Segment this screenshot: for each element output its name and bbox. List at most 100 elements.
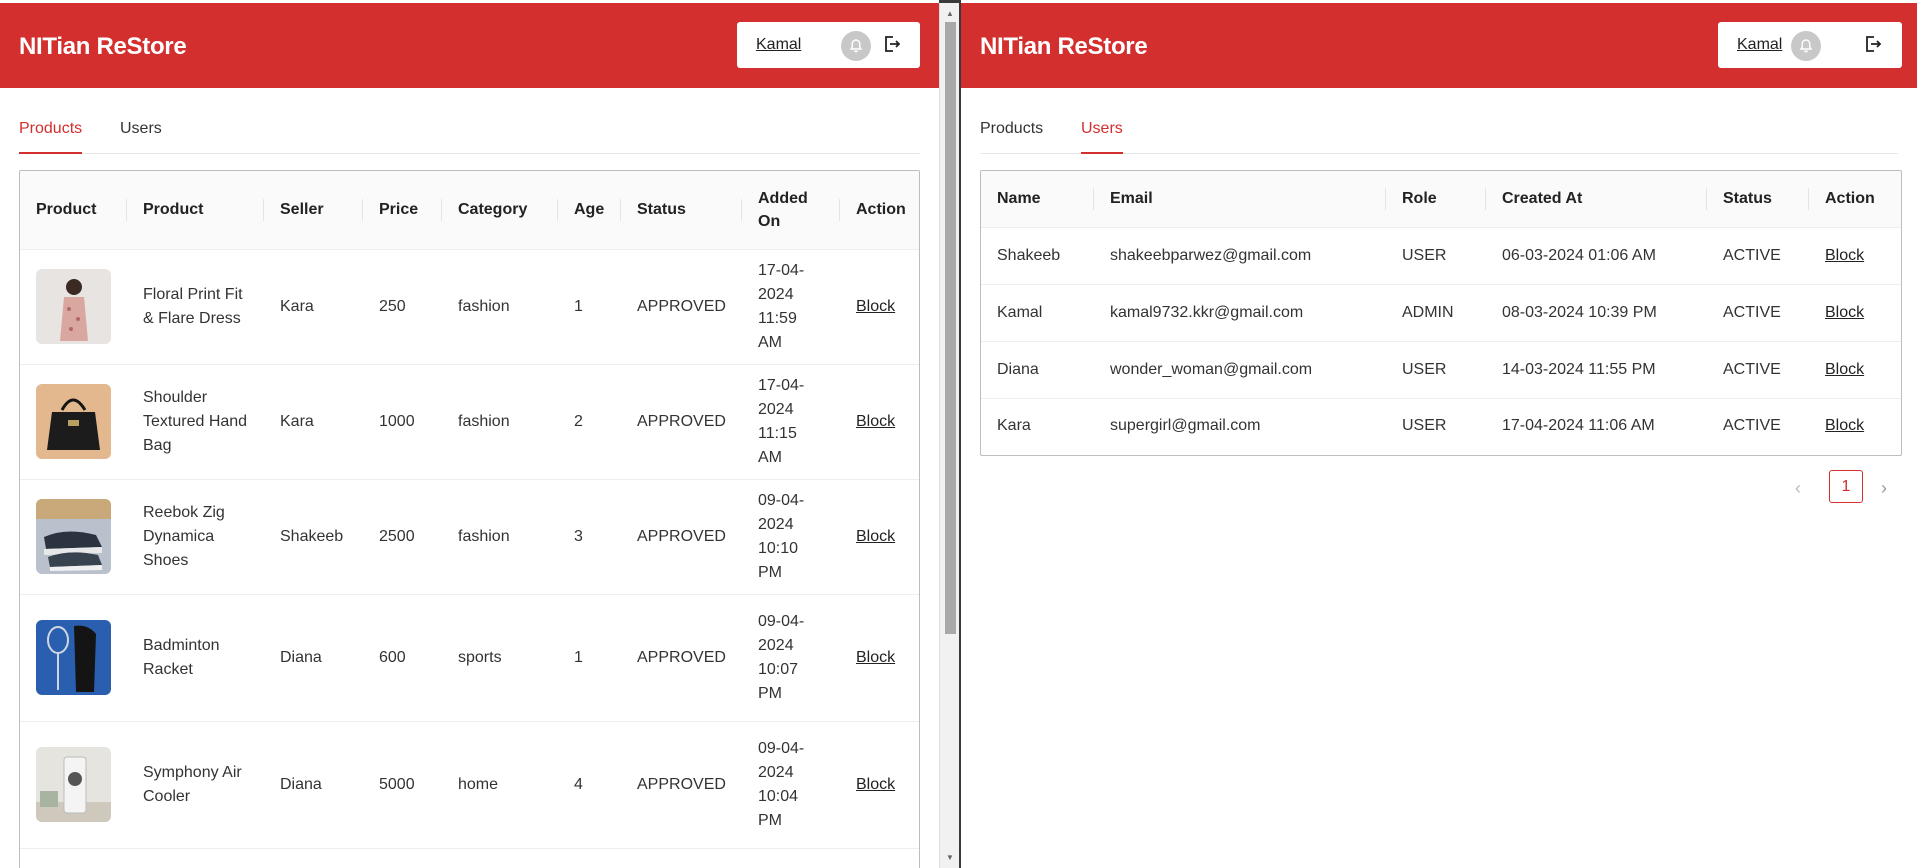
- col-header-email: Email: [1094, 171, 1386, 228]
- block-button[interactable]: Block: [856, 649, 895, 666]
- table-row: Shakeeb shakeebparwez@gmail.com USER 06-…: [981, 227, 1901, 285]
- user-menu: Kamal: [1718, 22, 1902, 68]
- price: 2500: [363, 479, 442, 595]
- col-header-name: Name: [981, 171, 1094, 228]
- col-header-action: Action: [840, 171, 919, 250]
- block-button[interactable]: Block: [856, 528, 895, 545]
- user-menu: Kamal: [737, 22, 920, 68]
- status: APPROVED: [621, 594, 742, 722]
- table-row: Reebok Zig Dynamica Shoes Shakeeb 2500 f…: [20, 479, 919, 595]
- chevron-left-icon[interactable]: ‹: [1795, 478, 1801, 499]
- username-link[interactable]: Kamal: [1737, 36, 1782, 54]
- price: 1000: [363, 364, 442, 480]
- tab-users[interactable]: Users: [1081, 120, 1123, 154]
- product-name: Symphony Air Cooler: [127, 721, 264, 849]
- block-button[interactable]: Block: [856, 298, 895, 315]
- col-header-added-on: Added On: [742, 171, 840, 250]
- scrollbar-thumb[interactable]: [945, 22, 956, 634]
- user-email: shakeebparwez@gmail.com: [1094, 227, 1386, 285]
- user-role: ADMIN: [1386, 284, 1486, 342]
- category: home: [442, 721, 558, 849]
- price: 600: [363, 594, 442, 722]
- scroll-down-arrow-icon[interactable]: ▼: [946, 853, 954, 862]
- tab-bar: Products Users: [980, 114, 1898, 154]
- user-email: wonder_woman@gmail.com: [1094, 341, 1386, 399]
- scroll-up-arrow-icon[interactable]: ▲: [946, 9, 954, 18]
- age: 4: [558, 721, 621, 849]
- block-button[interactable]: Block: [856, 776, 895, 793]
- status: APPROVED: [621, 249, 742, 365]
- bell-icon[interactable]: [841, 31, 871, 61]
- logout-icon[interactable]: [882, 34, 904, 56]
- user-role: USER: [1386, 341, 1486, 399]
- product-name: Floral Print Fit & Flare Dress: [127, 249, 264, 365]
- tab-products[interactable]: Products: [980, 120, 1043, 152]
- user-role: USER: [1386, 227, 1486, 285]
- user-name: Kara: [997, 417, 1031, 435]
- price: 5000: [363, 721, 442, 849]
- app-header: NITian ReStore Kamal: [961, 3, 1917, 88]
- user-status: ACTIVE: [1707, 284, 1809, 342]
- block-button[interactable]: Block: [1825, 304, 1864, 321]
- racket-photo: [36, 620, 111, 695]
- tab-bar: Products Users: [19, 114, 920, 154]
- age: 1: [558, 249, 621, 365]
- bell-icon[interactable]: [1791, 31, 1821, 61]
- age: 3: [558, 479, 621, 595]
- product-name: Reebok Zig Dynamica Shoes: [127, 479, 264, 595]
- col-header-product-name: Product: [127, 171, 264, 250]
- col-header-status: Status: [621, 171, 742, 250]
- table-row: Floral Print Fit & Flare Dress Kara 250 …: [20, 249, 919, 365]
- added-on: 09-04-2024 10:10 PM: [742, 479, 840, 595]
- user-created-at: 06-03-2024 01:06 AM: [1486, 227, 1707, 285]
- user-status: ACTIVE: [1723, 417, 1781, 435]
- status: APPROVED: [621, 479, 742, 595]
- table-header-row: Product Product Seller Price Category Ag…: [20, 171, 919, 250]
- vertical-scrollbar[interactable]: ▲ ▼: [939, 3, 961, 868]
- category: fashion: [442, 479, 558, 595]
- products-table: Product Product Seller Price Category Ag…: [19, 170, 920, 868]
- seller: Diana: [264, 721, 363, 849]
- seller: Kara: [264, 249, 363, 365]
- col-header-product-image: Product: [20, 171, 127, 250]
- seller: Shakeeb: [264, 479, 363, 595]
- block-button[interactable]: Block: [1825, 247, 1864, 264]
- added-on: 17-04-2024 11:59 AM: [742, 249, 840, 365]
- products-pane: NITian ReStore Kamal Products Users Prod…: [0, 0, 939, 868]
- user-name: Shakeeb: [981, 227, 1094, 285]
- chevron-right-icon[interactable]: ›: [1881, 478, 1887, 499]
- added-on: 17-04-2024 11:15 AM: [742, 364, 840, 480]
- brand-title: NITian ReStore: [19, 33, 187, 60]
- col-header-created-at: Created At: [1486, 171, 1707, 228]
- user-email: supergirl@gmail.com: [1110, 417, 1261, 435]
- app-header: NITian ReStore Kamal: [0, 3, 939, 88]
- product-name: Badminton Racket: [127, 594, 264, 722]
- cooler-photo: [36, 747, 111, 822]
- tab-products[interactable]: Products: [19, 120, 83, 154]
- table-row: Kamal kamal9732.kkr@gmail.com ADMIN 08-0…: [981, 284, 1901, 342]
- tab-users[interactable]: Users: [120, 120, 162, 152]
- user-created-at: 08-03-2024 10:39 PM: [1486, 284, 1707, 342]
- user-created-at: 17-04-2024 11:06 AM: [1502, 417, 1655, 435]
- block-button[interactable]: Block: [1825, 417, 1864, 434]
- brand-title: NITian ReStore: [980, 33, 1148, 60]
- status: APPROVED: [621, 721, 742, 849]
- block-button[interactable]: Block: [1825, 361, 1864, 378]
- user-name: Diana: [981, 341, 1094, 399]
- seller: Diana: [264, 594, 363, 722]
- logout-icon[interactable]: [1863, 34, 1885, 56]
- table-row: Symphony Air Cooler Diana 5000 home 4 AP…: [20, 721, 919, 849]
- col-header-age: Age: [558, 171, 621, 250]
- category: fashion: [442, 364, 558, 480]
- col-header-price: Price: [363, 171, 442, 250]
- category: fashion: [442, 249, 558, 365]
- col-header-role: Role: [1386, 171, 1486, 228]
- page-1-button[interactable]: 1: [1829, 470, 1863, 503]
- table-row: Kara supergirl@gmail.com USER 17-04-2024…: [981, 398, 1901, 454]
- username-link[interactable]: Kamal: [756, 36, 801, 54]
- block-button[interactable]: Block: [856, 413, 895, 430]
- status: APPROVED: [621, 364, 742, 480]
- added-on: 09-04-2024 10:07 PM: [742, 594, 840, 722]
- product-name: Shoulder Textured Hand Bag: [127, 364, 264, 480]
- seller: Kara: [264, 364, 363, 480]
